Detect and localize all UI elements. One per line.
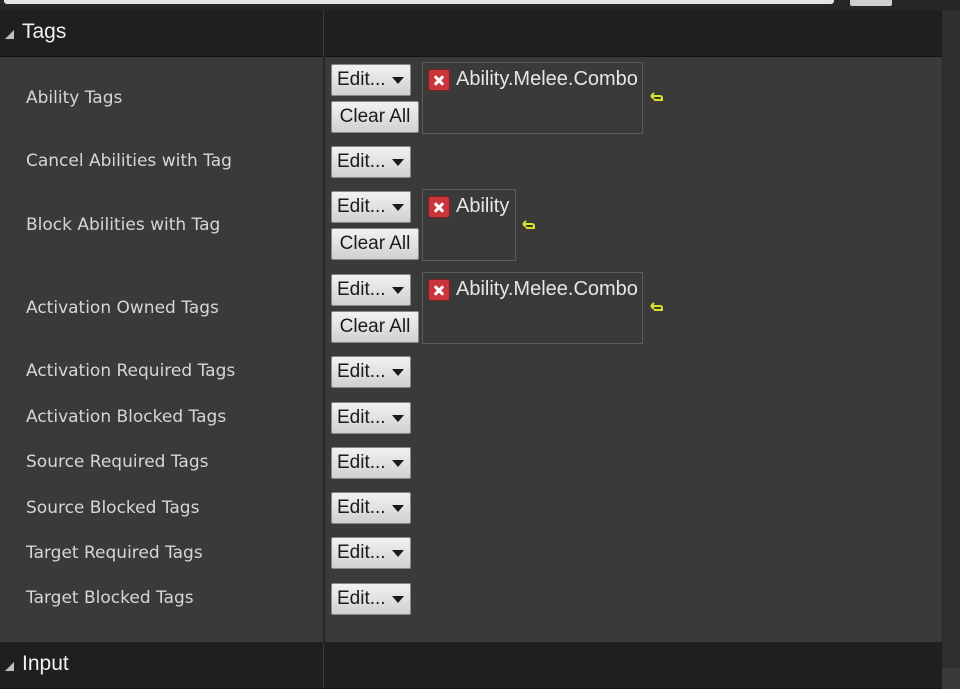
reset-to-default-icon[interactable]: [650, 300, 664, 312]
dropdown-arrow-icon: [392, 550, 404, 557]
edit-button[interactable]: Edit...: [331, 402, 411, 434]
reset-to-default-icon[interactable]: [650, 90, 664, 102]
input-section-header[interactable]: Input: [0, 642, 942, 689]
tag-text: Ability.Melee.Combo: [456, 68, 638, 90]
dropdown-arrow-icon: [392, 415, 404, 422]
edit-button[interactable]: Edit...: [331, 492, 411, 524]
tag-text: Ability: [456, 195, 510, 217]
clear-all-button[interactable]: Clear All: [331, 101, 419, 133]
edit-label: Edit...: [337, 407, 386, 428]
header-divider: [323, 642, 324, 688]
row-label-ability-tags: Ability Tags: [26, 88, 123, 108]
edit-label: Edit...: [337, 151, 386, 172]
section-title: Input: [22, 652, 69, 675]
edit-button[interactable]: Edit...: [331, 146, 411, 178]
row-label-activation-blocked: Activation Blocked Tags: [26, 407, 227, 427]
edit-button[interactable]: Edit...: [331, 447, 411, 479]
edit-button[interactable]: Edit...: [331, 583, 411, 615]
tags-section-header[interactable]: Tags: [0, 10, 942, 57]
edit-button[interactable]: Edit...: [331, 274, 411, 306]
row-label-target-required: Target Required Tags: [26, 543, 203, 563]
header-divider: [323, 10, 324, 56]
scrollbar[interactable]: [942, 10, 960, 668]
remove-tag-icon[interactable]: [428, 195, 450, 218]
edit-button[interactable]: Edit...: [331, 537, 411, 569]
dropdown-arrow-icon: [392, 505, 404, 512]
dropdown-arrow-icon: [392, 369, 404, 376]
dropdown-arrow-icon: [392, 287, 404, 294]
dropdown-arrow-icon: [392, 77, 404, 84]
clear-all-button[interactable]: Clear All: [331, 311, 419, 343]
dropdown-arrow-icon: [392, 596, 404, 603]
collapse-triangle-icon[interactable]: [5, 30, 14, 39]
column-divider[interactable]: [323, 56, 325, 642]
edit-button[interactable]: Edit...: [331, 191, 411, 223]
edit-label: Edit...: [337, 361, 386, 382]
row-label-source-required: Source Required Tags: [26, 452, 209, 472]
tag-chip: Ability.Melee.Combo: [428, 278, 638, 301]
edit-button[interactable]: Edit...: [331, 356, 411, 388]
edit-label: Edit...: [337, 588, 386, 609]
tag-container: Ability.Melee.Combo: [422, 272, 643, 344]
row-label-activation-owned: Activation Owned Tags: [26, 298, 219, 318]
reset-to-default-icon[interactable]: [522, 218, 536, 230]
remove-tag-icon[interactable]: [428, 68, 450, 91]
edit-label: Edit...: [337, 69, 386, 90]
search-input[interactable]: [4, 0, 834, 4]
collapse-triangle-icon[interactable]: [5, 662, 14, 671]
row-label-target-blocked: Target Blocked Tags: [26, 588, 194, 608]
row-label-block-abilities: Block Abilities with Tag: [26, 215, 221, 235]
edit-label: Edit...: [337, 196, 386, 217]
dropdown-arrow-icon: [392, 204, 404, 211]
tag-text: Ability.Melee.Combo: [456, 278, 638, 300]
tag-container: Ability.Melee.Combo: [422, 62, 643, 134]
toolbar-button[interactable]: [850, 0, 892, 6]
edit-label: Edit...: [337, 542, 386, 563]
edit-label: Edit...: [337, 279, 386, 300]
row-label-cancel-abilities: Cancel Abilities with Tag: [26, 151, 232, 171]
row-label-activation-required: Activation Required Tags: [26, 361, 236, 381]
top-toolbar-strip: [0, 0, 960, 10]
edit-label: Edit...: [337, 497, 386, 518]
dropdown-arrow-icon: [392, 159, 404, 166]
dropdown-arrow-icon: [392, 460, 404, 467]
tag-chip: Ability: [428, 195, 509, 218]
edit-label: Edit...: [337, 452, 386, 473]
remove-tag-icon[interactable]: [428, 278, 450, 301]
tag-chip: Ability.Melee.Combo: [428, 68, 638, 91]
section-title: Tags: [22, 20, 67, 43]
edit-button[interactable]: Edit...: [331, 64, 411, 96]
tag-container: Ability: [422, 189, 516, 261]
clear-all-button[interactable]: Clear All: [331, 228, 419, 260]
row-label-source-blocked: Source Blocked Tags: [26, 498, 200, 518]
